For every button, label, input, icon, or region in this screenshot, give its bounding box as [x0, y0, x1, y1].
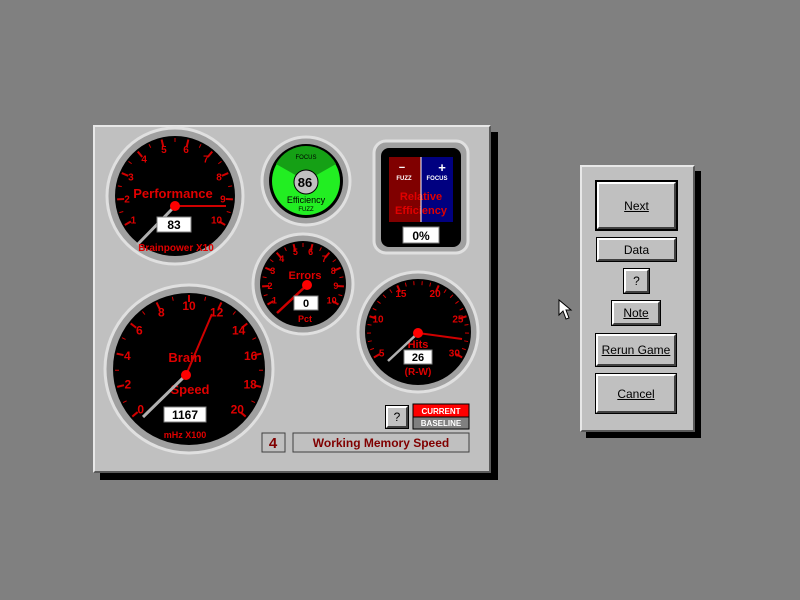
next-button[interactable]: Next: [595, 180, 678, 231]
errors-sublabel: Pct: [298, 314, 312, 324]
dial-tick-label: 20: [231, 403, 245, 417]
dial-tick-label: 3: [270, 266, 275, 276]
efficiency-fuzz-label: FUZZ: [298, 207, 314, 213]
dial-tick-label: 4: [141, 155, 147, 166]
help-button-label: ?: [633, 274, 640, 288]
performance-sublabel: Brainpower X10: [138, 243, 214, 254]
current-label: CURRENT: [421, 407, 460, 416]
relative-plus-label: +: [438, 160, 446, 175]
relative-efficiency-meter: − + FUZZ FOCUS Relative Efficiency 0%: [372, 139, 470, 255]
efficiency-focus-label: FOCUS: [296, 155, 317, 161]
dial-tick-label: 5: [293, 247, 298, 257]
hits-sublabel: (R-W): [405, 367, 432, 378]
hits-gauge: 51015 202530 Hits 26 (R-W): [356, 270, 480, 394]
dial-tick-label: 8: [331, 266, 336, 276]
dial-tick-label: 16: [244, 349, 258, 363]
dial-tick: [339, 276, 344, 279]
errors-gauge: 1 2 345 678 9 10 Errors 0 Pct: [251, 232, 355, 336]
gauge-help-button[interactable]: ?: [385, 405, 409, 429]
dial-tick-label: 7: [203, 155, 209, 166]
dial-tick: [228, 185, 233, 188]
dial-tick-label: 18: [243, 377, 257, 391]
performance-gauge: 12345 678910 Performance 83 Brainpower X1…: [105, 126, 245, 266]
baseline-label: BASELINE: [421, 419, 462, 428]
dial-tick-label: 3: [128, 172, 134, 183]
level-indicator: 4: [261, 432, 286, 453]
efficiency-value: 86: [298, 175, 312, 190]
dial-tick-label: 6: [308, 247, 313, 257]
dial-tick-label: 10: [211, 216, 223, 227]
next-button-label: Next: [624, 198, 649, 213]
mode-label: Working Memory Speed: [313, 436, 449, 450]
dial-tick-label: 8: [216, 172, 222, 183]
mouse-cursor-icon: [558, 298, 573, 320]
dial-tick-label: 20: [430, 289, 442, 300]
dial-tick: [464, 324, 469, 326]
dial-tick-label: 14: [232, 323, 246, 337]
dial-tick-label: 1: [131, 216, 137, 227]
dial-tick-label: 25: [452, 315, 464, 326]
dial-tick: [116, 352, 124, 357]
dial-tick-label: 5: [379, 349, 385, 360]
dial-tick: [262, 276, 267, 279]
level-value: 4: [269, 435, 278, 452]
dial-tick-label: 9: [220, 194, 226, 205]
dial-tick-label: 15: [395, 289, 407, 300]
dial-tick-label: 2: [125, 377, 132, 391]
errors-value: 0: [303, 298, 309, 310]
performance-value: 83: [167, 218, 181, 232]
dial-tick-label: 1: [272, 296, 277, 306]
brain-speed-value: 1167: [172, 408, 198, 422]
data-button[interactable]: Data: [596, 237, 677, 262]
efficiency-gauge: FOCUS 86 Efficiency FUZZ: [260, 135, 352, 227]
rerun-game-button[interactable]: Rerun Game: [595, 333, 677, 367]
legend-current-baseline[interactable]: CURRENT BASELINE: [412, 403, 470, 430]
dial-tick: [367, 324, 372, 326]
dial-tick-label: 30: [449, 349, 461, 360]
dial-tick-label: 12: [210, 306, 224, 320]
cancel-button-label: Cancel: [617, 386, 655, 401]
relative-minus-label: −: [399, 162, 405, 174]
brain-speed-gauge: 02468 10 1214161820 Brain Speed 1167 mHz X…: [103, 283, 275, 455]
dial-tick-label: 4: [124, 349, 131, 363]
dial-tick-label: 6: [183, 145, 189, 156]
dial-tick-label: 10: [327, 296, 337, 306]
dial-tick-label: 10: [372, 315, 384, 326]
relative-fuzz-label: FUZZ: [396, 176, 412, 182]
dial-tick-label: 2: [124, 194, 130, 205]
relative-efficiency-value: 0%: [412, 229, 430, 243]
brain-speed-sublabel: mHz X100: [164, 430, 207, 440]
performance-title: Performance: [133, 186, 212, 201]
data-button-label: Data: [623, 242, 650, 257]
note-button[interactable]: Note: [611, 300, 661, 326]
help-button[interactable]: ?: [623, 268, 650, 294]
relative-focus-label: FOCUS: [427, 176, 448, 182]
dial-tick-label: 10: [182, 299, 196, 313]
dial-tick-label: 9: [333, 281, 338, 291]
dial-tick: [117, 185, 122, 188]
errors-title: Errors: [288, 270, 321, 282]
efficiency-label: Efficiency: [287, 195, 326, 205]
dial-tick-label: 7: [322, 254, 327, 264]
hits-value: 26: [412, 352, 424, 364]
dial-tick-label: 5: [161, 145, 167, 156]
rerun-game-button-label: Rerun Game: [601, 343, 671, 357]
note-button-label: Note: [623, 306, 649, 320]
dial-tick-label: 2: [268, 281, 273, 291]
cancel-button[interactable]: Cancel: [595, 373, 677, 414]
dial-tick-label: 8: [158, 306, 165, 320]
dial-tick-label: 6: [136, 323, 143, 337]
mode-label-box: Working Memory Speed: [292, 432, 470, 453]
dial-tick-label: 4: [279, 254, 284, 264]
